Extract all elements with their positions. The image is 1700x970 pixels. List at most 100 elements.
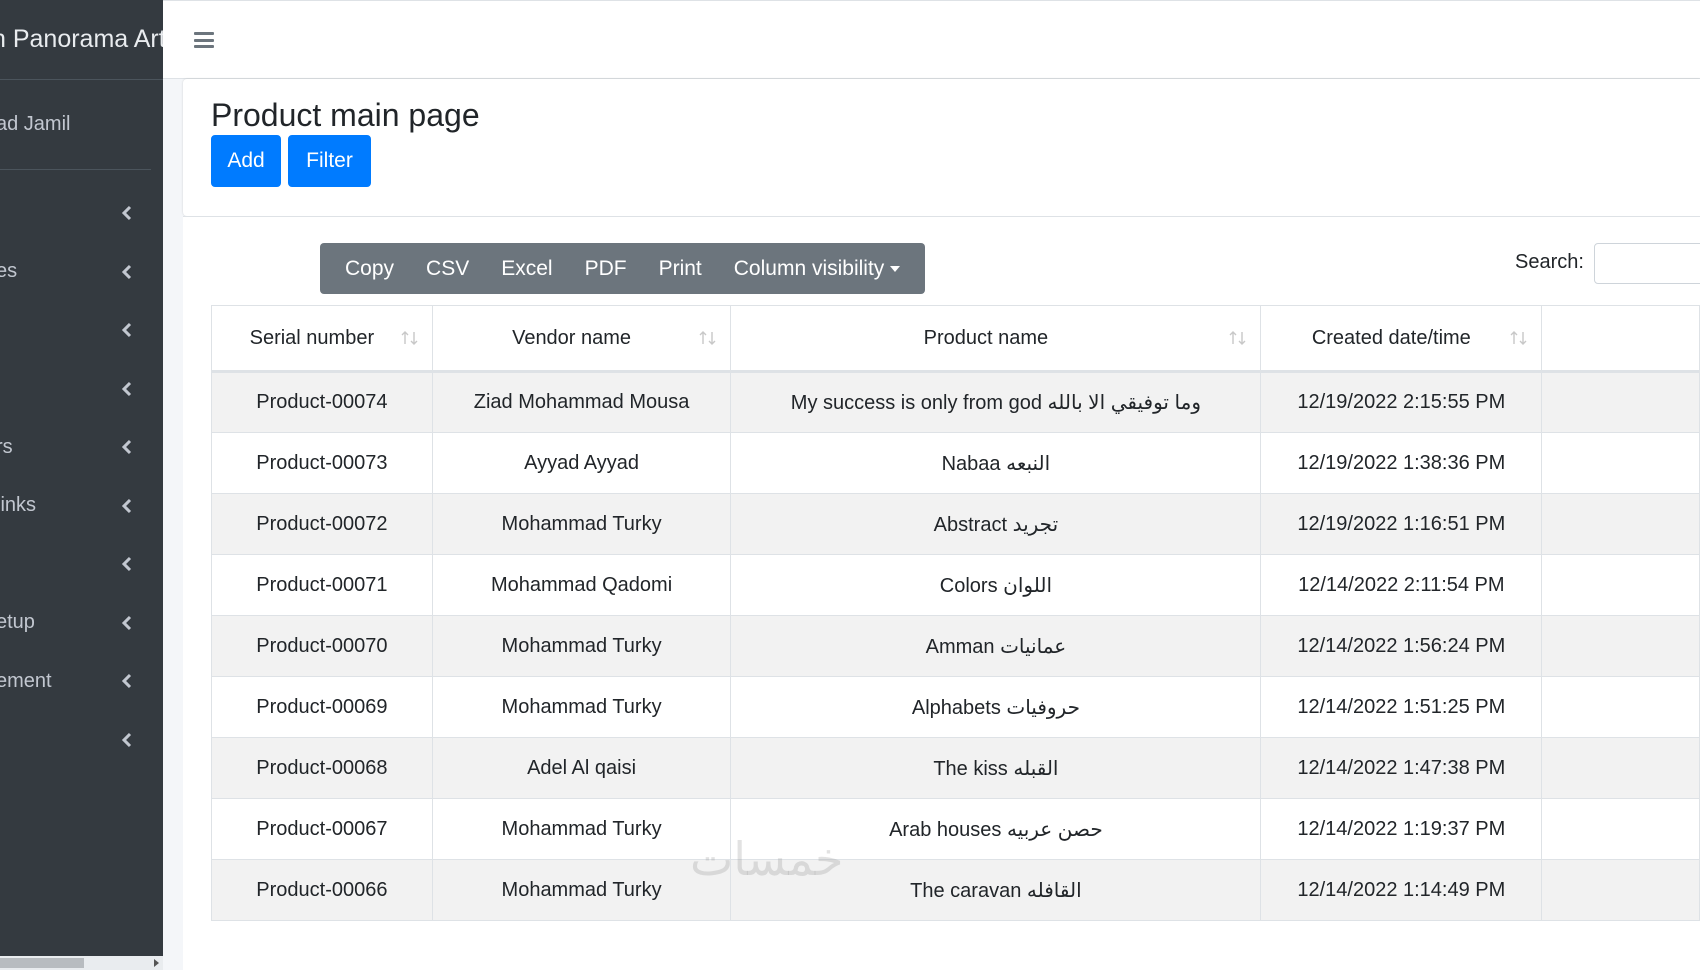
menu-toggle-icon[interactable]: [194, 32, 214, 48]
table-cell: Ziad Mohammad Mousa: [431, 371, 732, 433]
table-cell: The kiss القبله: [730, 737, 1262, 799]
sidebar-item-1[interactable]: es: [0, 243, 163, 302]
table-cell: Product-00068: [211, 737, 433, 799]
table-cell: 12/14/2022 1:14:49 PM: [1260, 859, 1543, 921]
table-row[interactable]: Product-00068 Adel Al qaisi The kiss القبل…: [211, 737, 1700, 799]
scroll-right-arrow-icon[interactable]: [154, 959, 159, 967]
table-cell-truncated: [1541, 371, 1700, 433]
sidebar-item-9[interactable]: [0, 711, 163, 770]
chevron-left-icon: [121, 615, 133, 631]
table-cell: Mohammad Qadomi: [431, 554, 732, 616]
csv-button-label: CSV: [426, 256, 470, 280]
search-input[interactable]: [1594, 243, 1700, 284]
print-button[interactable]: Print: [643, 243, 718, 294]
table-row[interactable]: Product-00066 Mohammad Turky The caravan ا…: [211, 859, 1700, 921]
table-row[interactable]: Product-00074 Ziad Mohammad Mousa My succe…: [211, 371, 1700, 433]
sidebar-item-7[interactable]: etup: [0, 594, 163, 653]
column-header[interactable]: Serial number: [211, 305, 433, 373]
brand-link[interactable]: n Panorama Art: [0, 0, 163, 80]
table-row[interactable]: Product-00071 Mohammad Qadomi Colors اللوا…: [211, 554, 1700, 616]
table-cell: Colors اللوان: [730, 554, 1262, 616]
column-header-truncated[interactable]: [1541, 305, 1700, 373]
sidebar-nav: es rs links etup ement: [0, 170, 163, 769]
user-panel[interactable]: ad Jamil: [0, 80, 151, 170]
sidebar-item-5[interactable]: links: [0, 477, 163, 536]
sidebar-item-6[interactable]: [0, 535, 163, 594]
user-name: ad Jamil: [0, 113, 71, 135]
csv-button[interactable]: CSV: [410, 243, 485, 294]
table-cell: 12/14/2022 2:11:54 PM: [1260, 554, 1543, 616]
table-cell: 12/14/2022 1:47:38 PM: [1260, 737, 1543, 799]
sidebar-item-0[interactable]: [0, 184, 163, 243]
sort-icon[interactable]: [698, 329, 718, 345]
pdf-button[interactable]: PDF: [569, 243, 643, 294]
table-cell: Product-00069: [211, 676, 433, 738]
pdf-button-label: PDF: [584, 256, 627, 280]
table-cell: Arab houses حصن عربيه: [730, 798, 1262, 860]
sort-icon[interactable]: [1228, 329, 1248, 345]
excel-button-label: Excel: [501, 256, 553, 280]
sidebar-item-2[interactable]: [0, 301, 163, 360]
table-cell-truncated: [1541, 737, 1700, 799]
chevron-left-icon: [121, 205, 133, 221]
table-cell-truncated: [1541, 859, 1700, 921]
content-wrapper: Product main page Add Filter Copy CSV Exce…: [183, 79, 1700, 970]
sidebar-item-4[interactable]: rs: [0, 418, 163, 477]
sidebar-item-label: ement: [0, 669, 52, 692]
sidebar-item-3[interactable]: [0, 360, 163, 419]
column-visibility-button-label: Column visibility: [733, 256, 885, 280]
chevron-left-icon: [121, 732, 133, 748]
table-cell: 12/14/2022 1:19:37 PM: [1260, 798, 1543, 860]
sort-icon[interactable]: [1509, 329, 1529, 345]
column-header-label: Created date/time: [1311, 326, 1471, 349]
table-cell: 12/14/2022 1:51:25 PM: [1260, 676, 1543, 738]
sidebar-item-8[interactable]: ement: [0, 652, 163, 711]
table-cell-truncated: [1541, 798, 1700, 860]
table-cell: Product-00071: [211, 554, 433, 616]
filter-button[interactable]: Filter: [288, 135, 371, 187]
sidebar-scrollbar[interactable]: [0, 956, 163, 970]
sort-icon[interactable]: [400, 329, 420, 345]
products-table-card: Copy CSV Excel PDF Print Column visibility Se…: [183, 216, 1700, 970]
table-row[interactable]: Product-00073 Ayyad Ayyad Nabaa النبعه 12/1…: [211, 432, 1700, 494]
add-button[interactable]: Add: [211, 135, 281, 187]
table-cell: Adel Al qaisi: [431, 737, 732, 799]
table-row[interactable]: Product-00069 Mohammad Turky Alphabets حرو…: [211, 676, 1700, 738]
chevron-left-icon: [121, 556, 133, 572]
chevron-left-icon: [121, 322, 133, 338]
table-cell: Product-00066: [211, 859, 433, 921]
table-cell: Mohammad Turky: [431, 493, 732, 555]
table-header-row: Serial number Vendor name Product name Crea…: [211, 305, 1700, 373]
excel-button[interactable]: Excel: [485, 243, 568, 294]
table-row[interactable]: Product-00072 Mohammad Turky Abstract تجري…: [211, 493, 1700, 555]
products-table: Serial number Vendor name Product name Crea…: [211, 305, 1700, 921]
chevron-left-icon: [121, 264, 133, 280]
column-header-label: Serial number: [249, 326, 375, 349]
table-cell: 12/14/2022 1:56:24 PM: [1260, 615, 1543, 677]
column-header-label: Product name: [923, 326, 1049, 349]
copy-button-label: Copy: [345, 256, 395, 280]
column-visibility-button[interactable]: Column visibility: [718, 243, 917, 294]
table-cell: Product-00067: [211, 798, 433, 860]
table-cell: Mohammad Turky: [431, 676, 732, 738]
table-row[interactable]: Product-00067 Mohammad Turky Arab houses ح…: [211, 798, 1700, 860]
table-cell: Nabaa النبعه: [730, 432, 1262, 494]
page-title: Product main page: [211, 97, 480, 133]
table-cell-truncated: [1541, 615, 1700, 677]
print-button-label: Print: [658, 256, 702, 280]
column-header[interactable]: Product name: [730, 305, 1262, 373]
sidebar-item-label: etup: [0, 611, 35, 634]
brand-text: n Panorama Art: [0, 25, 163, 53]
column-header[interactable]: Vendor name: [431, 305, 732, 373]
table-cell: 12/19/2022 1:16:51 PM: [1260, 493, 1543, 555]
table-cell: Abstract تجريد: [730, 493, 1262, 555]
column-header-label: Vendor name: [512, 326, 632, 349]
page-header-card: Product main page Add Filter: [183, 79, 1700, 216]
column-header[interactable]: Created date/time: [1260, 305, 1543, 373]
table-cell: Mohammad Turky: [431, 798, 732, 860]
sidebar-item-label: es: [0, 260, 18, 283]
table-row[interactable]: Product-00070 Mohammad Turky Amman عمانيات…: [211, 615, 1700, 677]
scrollbar-thumb[interactable]: [0, 958, 84, 968]
copy-button[interactable]: Copy: [329, 243, 410, 294]
table-cell: The caravan القافله: [730, 859, 1262, 921]
